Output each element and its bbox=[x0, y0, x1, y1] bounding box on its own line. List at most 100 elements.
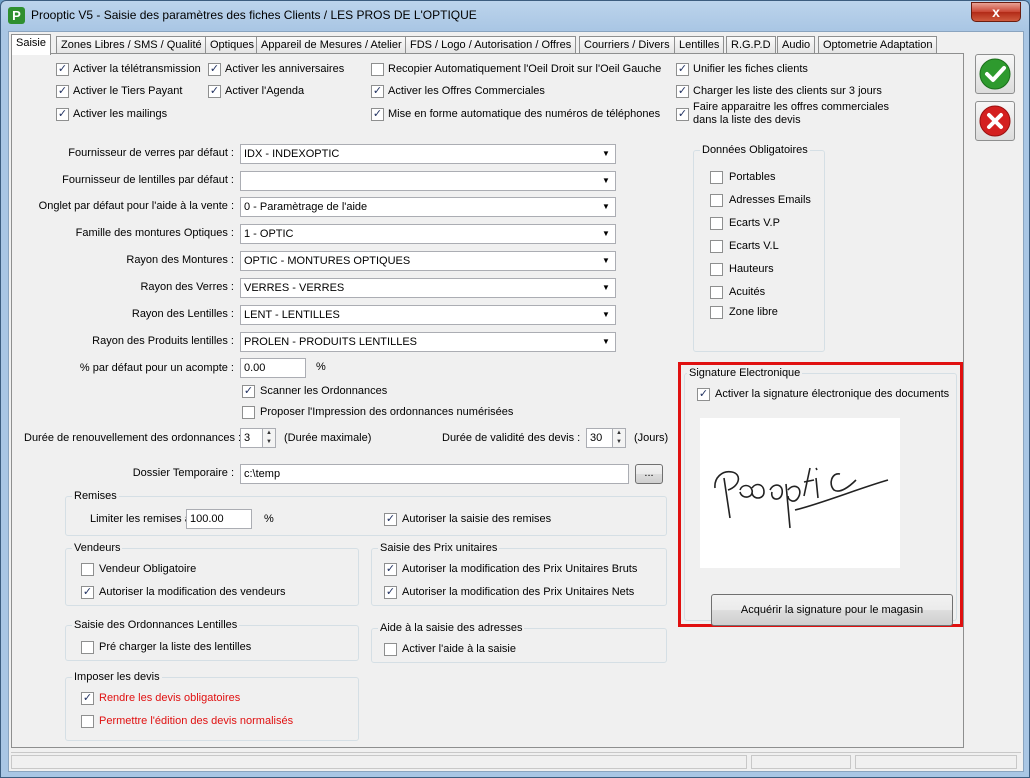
charger-clients-label: Charger les liste des clients sur 3 jour… bbox=[693, 85, 882, 97]
rayon-montures-combo[interactable]: OPTIC - MONTURES OPTIQUES ▼ bbox=[240, 251, 616, 271]
fournisseur-verres-combo[interactable]: IDX - INDEXOPTIC ▼ bbox=[240, 144, 616, 164]
client-area: Saisie Zones Libres / SMS / Qualité Opti… bbox=[8, 31, 1024, 772]
remises-group: Remises Limiter les remises à : 100.00 %… bbox=[65, 490, 667, 536]
ok-button[interactable] bbox=[975, 54, 1015, 94]
rayon-produits-combo[interactable]: PROLEN - PRODUITS LENTILLES ▼ bbox=[240, 332, 616, 352]
onglet-aide-combo[interactable]: 0 - Paramètrage de l'aide ▼ bbox=[240, 197, 616, 217]
autoriser-remises-checkbox[interactable] bbox=[384, 513, 397, 526]
prix-nets-checkbox[interactable] bbox=[384, 586, 397, 599]
tab-audio[interactable]: Audio bbox=[777, 36, 816, 54]
signature-group: Signature Electronique Activer la signat… bbox=[684, 367, 957, 626]
hauteurs-checkbox[interactable] bbox=[710, 263, 723, 276]
offres-devis-label: Faire apparaitre les offres commerciales bbox=[693, 101, 890, 113]
validite-note: (Jours) bbox=[634, 432, 669, 444]
charger-clients-checkbox[interactable] bbox=[676, 85, 689, 98]
donnees-obligatoires-title: Données Obligatoires bbox=[700, 144, 810, 156]
rayon-verres-combo[interactable]: VERRES - VERRES ▼ bbox=[240, 278, 616, 298]
activer-signature-label: Activer la signature électronique des do… bbox=[715, 388, 950, 400]
tiers-payant-checkbox[interactable] bbox=[56, 85, 69, 98]
devis-obligatoires-label: Rendre les devis obligatoires bbox=[99, 692, 241, 704]
ecarts-vl-checkbox[interactable] bbox=[710, 240, 723, 253]
recopier-oeil-label: Recopier Automatiquement l'Oeil Droit su… bbox=[388, 63, 662, 75]
famille-montures-value: 1 - OPTIC bbox=[244, 228, 294, 240]
recopier-oeil-checkbox[interactable] bbox=[371, 63, 384, 76]
renouvellement-input[interactable]: 3 ▲ ▼ bbox=[240, 428, 276, 448]
emails-checkbox[interactable] bbox=[710, 194, 723, 207]
ecarts-vp-checkbox[interactable] bbox=[710, 217, 723, 230]
tab-optiques[interactable]: Optiques bbox=[205, 36, 260, 54]
aide-adresses-label: Activer l'aide à la saisie bbox=[402, 643, 516, 655]
spin-arrows-icon[interactable]: ▲ ▼ bbox=[262, 429, 275, 447]
offres-commerciales-checkbox[interactable] bbox=[371, 85, 384, 98]
teletransmission-checkbox[interactable] bbox=[56, 63, 69, 76]
status-bar bbox=[11, 752, 1021, 770]
anniversaires-checkbox[interactable] bbox=[208, 63, 221, 76]
renouvellement-value: 3 bbox=[244, 432, 251, 444]
famille-montures-combo[interactable]: 1 - OPTIC ▼ bbox=[240, 224, 616, 244]
dossier-label: Dossier Temporaire : bbox=[132, 467, 234, 479]
offres-devis-checkbox[interactable] bbox=[676, 108, 689, 121]
scanner-ordonnances-checkbox[interactable] bbox=[242, 385, 255, 398]
status-pane-1 bbox=[11, 755, 747, 769]
zone-libre-checkbox[interactable] bbox=[710, 306, 723, 319]
acompte-label: % par défaut pour un acompte : bbox=[79, 362, 234, 374]
portables-checkbox[interactable] bbox=[710, 171, 723, 184]
devis-obligatoires-checkbox[interactable] bbox=[81, 692, 94, 705]
fournisseur-verres-value: IDX - INDEXOPTIC bbox=[244, 148, 340, 160]
mailings-label: Activer les mailings bbox=[73, 108, 168, 120]
window-title: Prooptic V5 - Saisie des paramètres des … bbox=[31, 8, 477, 22]
aide-adresses-checkbox[interactable] bbox=[384, 643, 397, 656]
modif-vendeurs-checkbox[interactable] bbox=[81, 586, 94, 599]
impression-ordonnances-checkbox[interactable] bbox=[242, 406, 255, 419]
devis-normalises-checkbox[interactable] bbox=[81, 715, 94, 728]
title-bar[interactable]: P Prooptic V5 - Saisie des paramètres de… bbox=[1, 1, 1029, 31]
acquerir-signature-button[interactable]: Acquérir la signature pour le magasin bbox=[711, 594, 953, 626]
unifier-fiches-checkbox[interactable] bbox=[676, 63, 689, 76]
tab-zones-libres[interactable]: Zones Libres / SMS / Qualité bbox=[56, 36, 207, 54]
agenda-checkbox[interactable] bbox=[208, 85, 221, 98]
rayon-montures-label: Rayon des Montures : bbox=[126, 254, 234, 266]
teletransmission-label: Activer la télétransmission bbox=[73, 63, 201, 75]
limiter-remises-input[interactable]: 100.00 bbox=[186, 509, 252, 529]
devis-group: Imposer les devis Rendre les devis oblig… bbox=[65, 671, 359, 741]
acompte-input[interactable]: 0.00 bbox=[240, 358, 306, 378]
mailings-checkbox[interactable] bbox=[56, 108, 69, 121]
precharger-lentilles-checkbox[interactable] bbox=[81, 641, 94, 654]
tab-lentilles[interactable]: Lentilles bbox=[674, 36, 725, 54]
donnees-obligatoires-group: Données Obligatoires Portables Adresses … bbox=[693, 144, 825, 352]
tab-rgpd[interactable]: R.G.P.D bbox=[726, 36, 776, 54]
tab-saisie[interactable]: Saisie bbox=[11, 34, 51, 55]
fournisseur-lentilles-combo[interactable]: ▼ bbox=[240, 171, 616, 191]
offres-devis-label-line2: dans la liste des devis bbox=[693, 114, 801, 126]
scanner-ordonnances-label: Scanner les Ordonnances bbox=[260, 385, 388, 397]
tab-fds-logo[interactable]: FDS / Logo / Autorisation / Offres bbox=[405, 36, 577, 54]
dropdown-arrow-icon: ▼ bbox=[602, 283, 610, 292]
tab-appareil-mesures[interactable]: Appareil de Mesures / Atelier bbox=[256, 36, 407, 54]
close-window-button[interactable]: x bbox=[971, 2, 1021, 22]
browse-button[interactable]: ... bbox=[635, 464, 663, 484]
dropdown-arrow-icon: ▼ bbox=[602, 256, 610, 265]
autoriser-remises-label: Autoriser la saisie des remises bbox=[402, 513, 552, 525]
dossier-input[interactable]: c:\temp bbox=[240, 464, 629, 484]
prix-bruts-checkbox[interactable] bbox=[384, 563, 397, 576]
ord-lentilles-title: Saisie des Ordonnances Lentilles bbox=[72, 619, 240, 631]
acuites-label: Acuités bbox=[729, 286, 766, 298]
validite-input[interactable]: 30 ▲ ▼ bbox=[586, 428, 626, 448]
prix-bruts-label: Autoriser la modification des Prix Unita… bbox=[402, 563, 638, 575]
cancel-button[interactable] bbox=[975, 101, 1015, 141]
unifier-fiches-label: Unifier les fiches clients bbox=[693, 63, 808, 75]
signature-image bbox=[700, 418, 900, 568]
tab-courriers[interactable]: Courriers / Divers bbox=[579, 36, 675, 54]
ord-lentilles-group: Saisie des Ordonnances Lentilles Pré cha… bbox=[65, 619, 359, 661]
rayon-lentilles-combo[interactable]: LENT - LENTILLES ▼ bbox=[240, 305, 616, 325]
rayon-montures-value: OPTIC - MONTURES OPTIQUES bbox=[244, 255, 411, 267]
app-icon: P bbox=[8, 7, 25, 24]
activer-signature-checkbox[interactable] bbox=[697, 388, 710, 401]
acuites-checkbox[interactable] bbox=[710, 286, 723, 299]
signature-drawing bbox=[714, 467, 889, 529]
tab-optometrie[interactable]: Optometrie Adaptation bbox=[818, 36, 938, 54]
spin-arrows-icon[interactable]: ▲ ▼ bbox=[612, 429, 625, 447]
format-telephone-checkbox[interactable] bbox=[371, 108, 384, 121]
vendeur-obligatoire-checkbox[interactable] bbox=[81, 563, 94, 576]
vendeurs-title: Vendeurs bbox=[72, 542, 123, 554]
